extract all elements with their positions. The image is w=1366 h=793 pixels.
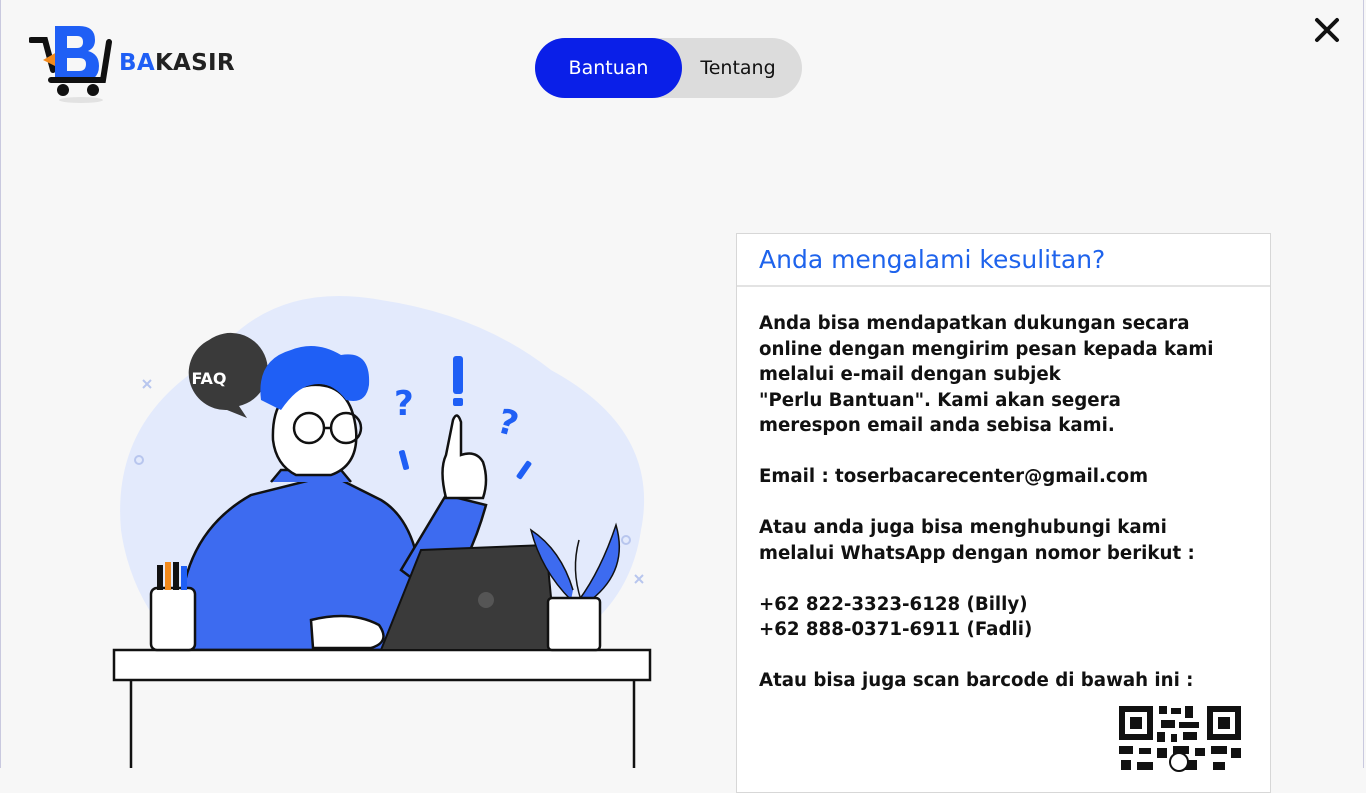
card-body: Anda bisa mendapatkan dukungan secara on… <box>737 287 1270 694</box>
app-logo: BAKASIR <box>29 22 235 104</box>
tab-tentang[interactable]: Tentang <box>682 38 802 98</box>
whatsapp-intro-text: Atau anda juga bisa menghubungi kami mel… <box>759 517 1195 564</box>
help-window: BAKASIR Bantuan Tentang FAQ ? ? Anda men… <box>0 0 1364 793</box>
svg-text:?: ? <box>394 384 414 424</box>
support-intro-text: Anda bisa mendapatkan dukungan secara on… <box>759 313 1214 436</box>
qr-code-icon <box>1119 706 1241 772</box>
support-phone-numbers: +62 822-3323-6128 (Billy) +62 888-0371-6… <box>759 593 1033 641</box>
support-email[interactable]: Email : toserbacarecenter@gmail.com <box>759 464 1248 490</box>
tab-bantuan[interactable]: Bantuan <box>535 38 682 98</box>
cart-logo-icon <box>29 26 112 103</box>
help-card: Anda mengalami kesulitan? Anda bisa mend… <box>736 233 1271 793</box>
app-name: BAKASIR <box>119 50 235 76</box>
card-title: Anda mengalami kesulitan? <box>737 234 1270 287</box>
close-icon[interactable] <box>1311 14 1343 46</box>
faq-label: FAQ <box>191 369 226 388</box>
tab-switcher: Bantuan Tentang <box>535 38 802 98</box>
support-illustration: FAQ ? ? <box>112 296 652 768</box>
barcode-intro-text: Atau bisa juga scan barcode di bawah ini… <box>759 670 1194 691</box>
app-name-suffix: KASIR <box>154 50 235 76</box>
app-name-prefix: BA <box>119 50 155 76</box>
